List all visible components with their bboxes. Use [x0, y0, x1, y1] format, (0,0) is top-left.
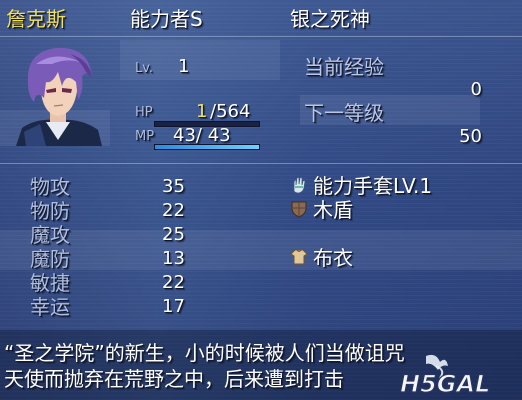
character-epithet: 银之死神	[290, 7, 370, 31]
attribute-value: 13	[162, 248, 185, 269]
status-screen: 詹克斯 能力者S 银之死神 Lv. 1 HP 1 /564 MP 43/ 43 …	[0, 0, 522, 400]
current-exp-label: 当前经验	[304, 55, 384, 79]
glove-icon	[293, 177, 306, 194]
next-level-value: 50	[459, 126, 482, 147]
watermark-text: H5GAL	[400, 370, 490, 398]
character-portrait	[16, 47, 102, 146]
attribute-label: 物防	[30, 199, 70, 223]
next-level-label: 下一等级	[304, 101, 384, 125]
description-line-2: 天使而抛弃在荒野之中，后来遭到打击	[4, 367, 344, 391]
character-name: 詹克斯	[6, 7, 66, 31]
attribute-label: 敏捷	[30, 271, 70, 295]
attribute-label: 幸运	[30, 295, 70, 319]
current-exp-value: 0	[470, 79, 482, 100]
attribute-value: 22	[162, 272, 185, 293]
level-value: 1	[178, 56, 190, 77]
watermark-logo: H5GAL	[399, 354, 491, 398]
attribute-label: 魔攻	[30, 223, 70, 247]
equipment-name: 布衣	[313, 246, 353, 270]
hp-current-value: 1	[196, 101, 208, 122]
equipment-name: 能力手套LV.1	[313, 174, 433, 198]
attribute-label: 魔防	[30, 247, 70, 271]
attribute-label: 物攻	[30, 175, 70, 199]
level-label: Lv.	[135, 61, 154, 76]
description-line-1: “圣之学院”的新生，小的时候被人们当做诅咒	[4, 341, 405, 365]
mp-value: 43/ 43	[173, 125, 231, 146]
cloth-armor-icon	[290, 249, 308, 265]
section-divider	[0, 163, 522, 164]
mp-bar-fill	[155, 145, 259, 149]
hp-label: HP	[135, 105, 153, 120]
attribute-value: 35	[162, 176, 185, 197]
mp-label: MP	[135, 129, 155, 144]
header-divider	[0, 36, 522, 37]
equipment-name: 木盾	[313, 198, 353, 222]
attribute-value: 17	[162, 296, 185, 317]
character-class: 能力者S	[130, 7, 203, 31]
attribute-value: 25	[162, 224, 185, 245]
shield-icon	[291, 201, 307, 218]
hp-max-value: /564	[210, 101, 251, 122]
mp-bar	[154, 144, 260, 150]
attribute-value: 22	[162, 200, 185, 221]
